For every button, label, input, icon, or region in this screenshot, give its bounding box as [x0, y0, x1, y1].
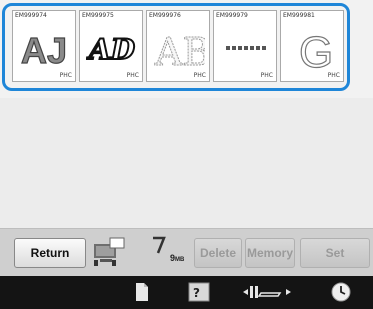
memory-readout: 9MB [170, 253, 184, 263]
svg-text:AB: AB [154, 30, 205, 71]
clock-icon[interactable] [330, 281, 352, 303]
pattern-tile[interactable]: EM999979 PHC [213, 10, 277, 82]
document-icon[interactable] [134, 281, 150, 303]
svg-text:?: ? [193, 286, 200, 300]
pattern-tile[interactable]: EM999976 AB PHC [146, 10, 210, 82]
status-bar: ? [0, 276, 373, 309]
pattern-thumbnail [226, 46, 266, 50]
pattern-list-panel: EM999974 AJ PHC EM999975 AD PHC EM999976… [0, 0, 373, 98]
return-button[interactable]: Return [14, 238, 86, 268]
needle-icon [153, 236, 166, 254]
pattern-thumbnail: AJ [20, 29, 67, 71]
pattern-thumbnail: G [298, 27, 333, 71]
pattern-code: EM999979 [216, 12, 248, 19]
pattern-badge: PHC [193, 72, 206, 79]
empty-area [0, 98, 373, 228]
pattern-code: EM999974 [15, 12, 47, 19]
embroidery-screen: EM999974 AJ PHC EM999975 AD PHC EM999976… [0, 0, 373, 309]
set-button[interactable]: Set [300, 238, 370, 268]
pattern-tile[interactable]: EM999975 AD PHC [79, 10, 143, 82]
pattern-code: EM999975 [82, 12, 114, 19]
pattern-tile[interactable]: EM999981 G PHC [280, 10, 344, 82]
pattern-badge: PHC [260, 72, 273, 79]
delete-button[interactable]: Delete [194, 238, 242, 268]
memory-unit: MB [175, 257, 185, 263]
pattern-code: EM999981 [283, 12, 315, 19]
machine-icon [94, 237, 125, 266]
pattern-tile[interactable]: EM999974 AJ PHC [12, 10, 76, 82]
pattern-thumbnail: AD [86, 32, 137, 67]
memory-button[interactable]: Memory [245, 238, 295, 268]
svg-text:AD: AD [86, 33, 136, 66]
help-icon[interactable]: ? [188, 281, 210, 303]
pattern-badge: PHC [327, 72, 340, 79]
presser-foot-icon[interactable] [242, 281, 292, 303]
svg-text:AJ: AJ [21, 30, 67, 71]
pattern-code: EM999976 [149, 12, 181, 19]
pattern-badge: PHC [126, 72, 139, 79]
bottom-toolbar: Return 9MB Delete Memory Set [0, 228, 373, 277]
pattern-badge: PHC [59, 72, 72, 79]
svg-text:G: G [299, 28, 333, 71]
pattern-thumbnail: AB [154, 30, 206, 72]
